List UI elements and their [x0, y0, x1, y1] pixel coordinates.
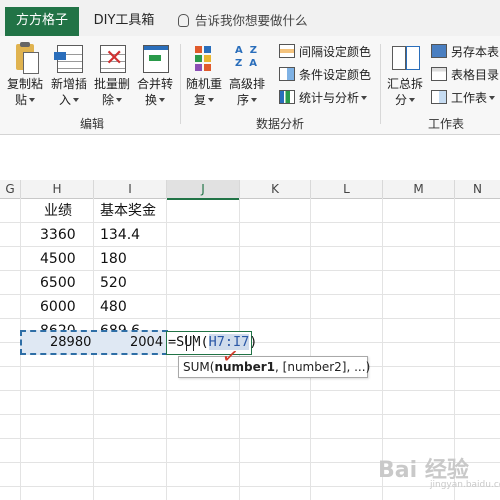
- header-cell-performance[interactable]: 业绩: [44, 200, 72, 223]
- group-separator: [380, 44, 381, 124]
- group-label-worksheet: 工作表: [428, 117, 465, 131]
- column-header-l[interactable]: L: [311, 180, 383, 199]
- save-sheet-icon: [431, 44, 447, 58]
- tab-fangfang-gezi[interactable]: 方方格子: [5, 7, 79, 36]
- table-cell[interactable]: 134.4: [100, 224, 140, 247]
- tell-me-text: 告诉我你想要做什么: [195, 13, 308, 28]
- interval-color-button[interactable]: 间隔设定颜色: [279, 42, 371, 62]
- advanced-sort-label-2: 序: [228, 92, 266, 108]
- column-header-j[interactable]: J: [167, 180, 240, 200]
- save-sheet-button[interactable]: 另存本表: [431, 42, 499, 62]
- insert-button[interactable]: 新增插 入: [50, 42, 88, 108]
- tell-me-search[interactable]: 告诉我你想要做什么: [178, 7, 308, 36]
- random-repeat-label: 随机重: [185, 77, 222, 91]
- batch-delete-button[interactable]: ✕ 批量删 除: [93, 42, 131, 108]
- column-header-n[interactable]: N: [455, 180, 500, 199]
- batch-delete-icon: ✕: [97, 42, 127, 74]
- random-repeat-label-2: 复: [185, 92, 223, 108]
- interval-color-label: 间隔设定颜色: [299, 45, 372, 59]
- checkmark-icon: ✓: [220, 342, 241, 370]
- sum-cell-performance[interactable]: 28980: [50, 332, 91, 353]
- condition-color-icon: [279, 67, 295, 81]
- column-header-m[interactable]: M: [383, 180, 455, 199]
- advanced-sort-icon: A ZZ A: [235, 45, 257, 69]
- column-header-h[interactable]: H: [21, 180, 94, 199]
- tab-diy-toolbox[interactable]: DIY工具箱: [86, 7, 162, 36]
- group-label-data-analysis: 数据分析: [256, 117, 305, 131]
- column-header-g[interactable]: G: [0, 180, 21, 199]
- insert-rows-icon: [54, 42, 84, 74]
- summary-split-label-2: 分: [386, 92, 424, 108]
- table-cell[interactable]: 520: [100, 272, 127, 295]
- summary-split-button[interactable]: 汇总拆 分: [386, 42, 424, 108]
- formula-suffix: ): [249, 334, 258, 350]
- gridline: [0, 486, 500, 487]
- worksheet-icon: [431, 90, 447, 104]
- group-label-edit: 编辑: [80, 117, 105, 131]
- table-cell[interactable]: 4500: [40, 248, 76, 271]
- merge-convert-icon: [140, 42, 170, 74]
- sum-cell-bonus[interactable]: 2004: [130, 332, 163, 353]
- column-header-i[interactable]: I: [94, 180, 167, 199]
- statistics-analysis-label: 统计与分析: [299, 91, 360, 105]
- save-sheet-label: 另存本表: [451, 45, 500, 59]
- ribbon: 复制粘 贴 新增插 入 ✕ 批量删 除 合并转 换 编辑 随机重 复 A Z Z…: [0, 36, 500, 135]
- spreadsheet-grid[interactable]: G H I J K L M N 业绩 基本奖金 3360 134.4 4500 …: [0, 134, 500, 500]
- group-separator: [180, 44, 181, 124]
- merge-convert-label-2: 换: [136, 92, 174, 108]
- clipboard-paste-icon: [10, 42, 40, 74]
- gridline: [0, 222, 500, 223]
- condition-color-label: 条件设定颜色: [299, 68, 372, 82]
- batch-delete-label-2: 除: [93, 92, 131, 108]
- condition-color-button[interactable]: 条件设定颜色: [279, 65, 371, 85]
- summary-split-icon: [390, 42, 420, 74]
- summary-split-label: 汇总拆: [386, 77, 423, 91]
- insert-label-2: 入: [50, 92, 88, 108]
- header-cell-bonus[interactable]: 基本奖金: [100, 200, 156, 223]
- table-cell[interactable]: 480: [100, 296, 127, 319]
- copy-paste-button[interactable]: 复制粘 贴: [6, 42, 44, 108]
- random-repeat-button[interactable]: 随机重 复: [185, 42, 223, 108]
- batch-delete-label: 批量删: [93, 77, 130, 91]
- function-argument-tooltip: SUM(number1, [number2], ...): [178, 356, 371, 378]
- baidu-watermark-url: jingyan.baidu.com: [430, 480, 500, 490]
- sheet-catalog-button[interactable]: 表格目录: [431, 65, 499, 85]
- table-cell[interactable]: 180: [100, 248, 127, 271]
- sheet-catalog-icon: [431, 67, 447, 81]
- worksheet-label: 工作表: [451, 91, 488, 105]
- insert-label: 新增插: [50, 77, 87, 91]
- interval-color-icon: [279, 44, 295, 58]
- advanced-sort-label: 高级排: [228, 77, 265, 91]
- gridline: [0, 438, 500, 439]
- random-repeat-icon: [189, 42, 219, 74]
- statistics-analysis-button[interactable]: 统计与分析: [279, 88, 368, 108]
- gridline: [0, 414, 500, 415]
- table-cell[interactable]: 6000: [40, 296, 76, 319]
- column-header-k[interactable]: K: [240, 180, 311, 199]
- ribbon-tab-bar: 方方格子 DIY工具箱 告诉我你想要做什么: [0, 0, 500, 36]
- merge-convert-label: 合并转: [136, 77, 173, 91]
- lightbulb-icon: [178, 14, 189, 27]
- copy-paste-label: 复制粘: [6, 77, 43, 91]
- gridline: [0, 390, 500, 391]
- gridline: [310, 198, 311, 500]
- statistics-icon: [279, 90, 295, 104]
- copy-paste-label-2: 贴: [6, 92, 44, 108]
- text-cursor-icon: [186, 335, 194, 351]
- worksheet-button[interactable]: 工作表: [431, 88, 496, 108]
- tooltip-func: SUM(: [183, 360, 215, 374]
- formula-text[interactable]: =SUM(H7:I7): [168, 331, 257, 353]
- table-cell[interactable]: 6500: [40, 272, 76, 295]
- table-cell[interactable]: 3360: [40, 224, 76, 247]
- merge-convert-button[interactable]: 合并转 换: [136, 42, 174, 108]
- advanced-sort-button[interactable]: A ZZ A 高级排 序: [228, 42, 266, 108]
- tooltip-rest: , [number2], ...): [275, 360, 371, 374]
- sheet-catalog-label: 表格目录: [451, 68, 500, 82]
